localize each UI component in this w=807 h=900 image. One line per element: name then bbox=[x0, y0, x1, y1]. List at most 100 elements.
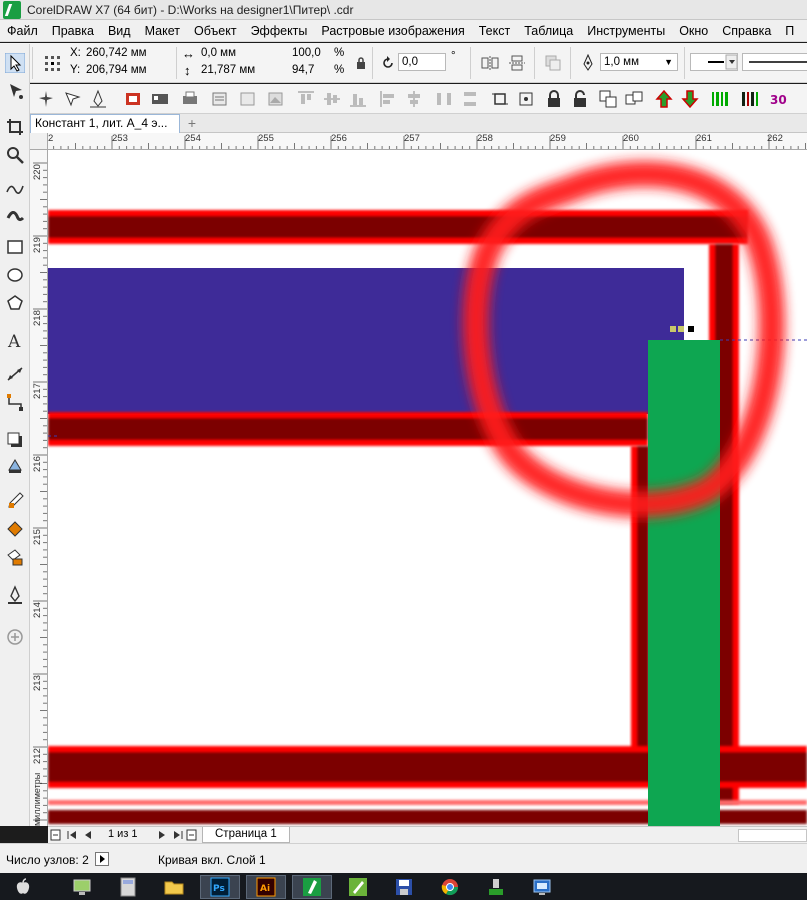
align-center-icon[interactable] bbox=[404, 89, 424, 109]
node-handle[interactable] bbox=[670, 326, 676, 332]
width-field[interactable]: 0,0 мм bbox=[198, 45, 284, 63]
lock-ratio-icon[interactable] bbox=[349, 51, 373, 75]
blue-rectangle[interactable] bbox=[48, 268, 684, 414]
distribute-icon[interactable] bbox=[434, 89, 454, 109]
rotation-field[interactable]: 0,0 bbox=[398, 53, 446, 71]
align-left-icon[interactable] bbox=[378, 89, 398, 109]
transform-icon[interactable] bbox=[516, 89, 536, 109]
node-handle-selected[interactable] bbox=[688, 326, 694, 332]
next-page-icon[interactable] bbox=[156, 829, 168, 841]
transparency-icon[interactable] bbox=[5, 456, 25, 476]
mirror-horizontal-icon[interactable] bbox=[478, 51, 502, 75]
export-icon[interactable] bbox=[210, 89, 230, 109]
add-page-after-icon[interactable] bbox=[186, 829, 198, 841]
dimension-tool-icon[interactable] bbox=[5, 364, 25, 384]
pen-add-icon[interactable] bbox=[88, 89, 108, 109]
drop-shadow-icon[interactable] bbox=[5, 430, 25, 450]
coreldraw-app-icon[interactable] bbox=[3, 0, 21, 19]
network-icon[interactable] bbox=[476, 875, 516, 899]
color-pen-icon[interactable] bbox=[124, 89, 144, 109]
barcode-dark-icon[interactable] bbox=[740, 89, 760, 109]
distribute-v-icon[interactable] bbox=[460, 89, 480, 109]
group-icon[interactable] bbox=[598, 89, 618, 109]
add-tab-button[interactable]: + bbox=[185, 116, 199, 130]
chrome-icon[interactable] bbox=[430, 875, 470, 899]
remote-icon[interactable] bbox=[522, 875, 562, 899]
horizontal-scrollbar[interactable] bbox=[738, 829, 807, 842]
menu-bitmaps[interactable]: Растровые изображения bbox=[314, 24, 471, 38]
corel-capture-icon[interactable] bbox=[338, 875, 378, 899]
node-tool-icon[interactable] bbox=[62, 89, 82, 109]
eyedropper-icon[interactable] bbox=[5, 491, 25, 511]
artistic-media-icon[interactable] bbox=[5, 206, 25, 226]
x-position-field[interactable]: 260,742 мм bbox=[83, 45, 171, 63]
interactive-fill-icon[interactable] bbox=[5, 519, 25, 539]
node-handle[interactable] bbox=[678, 326, 684, 332]
print-icon[interactable] bbox=[180, 89, 200, 109]
menu-view[interactable]: Вид bbox=[101, 24, 138, 38]
import-icon[interactable] bbox=[238, 89, 258, 109]
menu-file[interactable]: Файл bbox=[0, 24, 45, 38]
align-middle-icon[interactable] bbox=[322, 89, 342, 109]
connector-tool-icon[interactable] bbox=[5, 392, 25, 412]
add-page-before-icon[interactable] bbox=[50, 829, 62, 841]
calculator-icon[interactable] bbox=[108, 875, 148, 899]
scale-y-field[interactable]: 94,7 bbox=[289, 62, 329, 80]
combine-icon[interactable] bbox=[624, 89, 644, 109]
rectangle-tool-icon[interactable] bbox=[5, 237, 25, 257]
first-page-icon[interactable] bbox=[66, 829, 78, 841]
polygon-tool-icon[interactable] bbox=[5, 293, 25, 313]
top-red-line[interactable] bbox=[48, 210, 748, 244]
y-position-field[interactable]: 206,794 мм bbox=[83, 62, 171, 80]
document-tab[interactable]: Констант 1, лит. А_4 э... bbox=[30, 114, 180, 133]
scale-x-field[interactable]: 100,0 bbox=[289, 45, 329, 63]
page-tab[interactable]: Страница 1 bbox=[202, 827, 290, 843]
floppy-icon[interactable] bbox=[384, 875, 424, 899]
macro-3d-icon[interactable]: 30 bbox=[768, 89, 788, 109]
folder-icon[interactable] bbox=[154, 875, 194, 899]
outline-pen-tool-icon[interactable] bbox=[5, 585, 25, 605]
menu-table[interactable]: Таблица bbox=[517, 24, 580, 38]
outline-width-field[interactable]: 1,0 мм ▼ bbox=[600, 53, 678, 71]
menu-tools[interactable]: Инструменты bbox=[580, 24, 672, 38]
menu-layout[interactable]: Макет bbox=[138, 24, 187, 38]
shape-tool-icon[interactable] bbox=[5, 81, 25, 101]
menu-window[interactable]: Окно bbox=[672, 24, 715, 38]
height-field[interactable]: 21,787 мм bbox=[198, 62, 284, 80]
to-front-icon[interactable] bbox=[654, 89, 674, 109]
photoshop-icon[interactable]: Ps bbox=[200, 875, 240, 899]
horizontal-ruler[interactable]: 2 253 254 255 256 257 258 259 260 261 26… bbox=[48, 133, 807, 150]
freehand-tool-icon[interactable] bbox=[5, 178, 25, 198]
ellipse-tool-icon[interactable] bbox=[5, 265, 25, 285]
lock-icon[interactable] bbox=[544, 89, 564, 109]
barcode-green-icon[interactable] bbox=[710, 89, 730, 109]
line-style-select[interactable] bbox=[742, 53, 807, 71]
bitmap-icon[interactable] bbox=[266, 89, 286, 109]
convert-to-curves-icon[interactable] bbox=[541, 51, 565, 75]
middle-red-line[interactable] bbox=[48, 412, 648, 446]
vertical-ruler[interactable]: 220 219 218 217 216 215 214 213 212 bbox=[30, 150, 48, 826]
align-top-icon[interactable] bbox=[296, 89, 316, 109]
reference-point-icon[interactable] bbox=[40, 51, 64, 75]
monitor-icon[interactable] bbox=[62, 875, 102, 899]
menu-help[interactable]: Справка bbox=[715, 24, 778, 38]
to-back-icon[interactable] bbox=[680, 89, 700, 109]
bitmap-tools-icon[interactable] bbox=[150, 89, 170, 109]
line-start-style-select[interactable] bbox=[690, 53, 738, 71]
last-page-icon[interactable] bbox=[172, 829, 184, 841]
text-tool-icon[interactable]: A bbox=[5, 330, 25, 350]
add-tool-icon[interactable] bbox=[5, 627, 25, 647]
mirror-vertical-icon[interactable] bbox=[505, 51, 529, 75]
ruler-corner[interactable] bbox=[30, 133, 48, 150]
menu-text[interactable]: Текст bbox=[472, 24, 517, 38]
apple-icon[interactable] bbox=[6, 875, 40, 899]
zoom-tool-icon[interactable] bbox=[5, 145, 25, 165]
pick-tool-icon[interactable] bbox=[5, 53, 25, 73]
align-bottom-icon[interactable] bbox=[348, 89, 368, 109]
smart-fill-icon[interactable] bbox=[5, 547, 25, 567]
coreldraw-icon[interactable] bbox=[292, 875, 332, 899]
sparkle-icon[interactable] bbox=[36, 89, 56, 109]
unlock-icon[interactable] bbox=[570, 89, 590, 109]
drawing-canvas[interactable] bbox=[48, 150, 807, 826]
previous-page-icon[interactable] bbox=[82, 829, 94, 841]
